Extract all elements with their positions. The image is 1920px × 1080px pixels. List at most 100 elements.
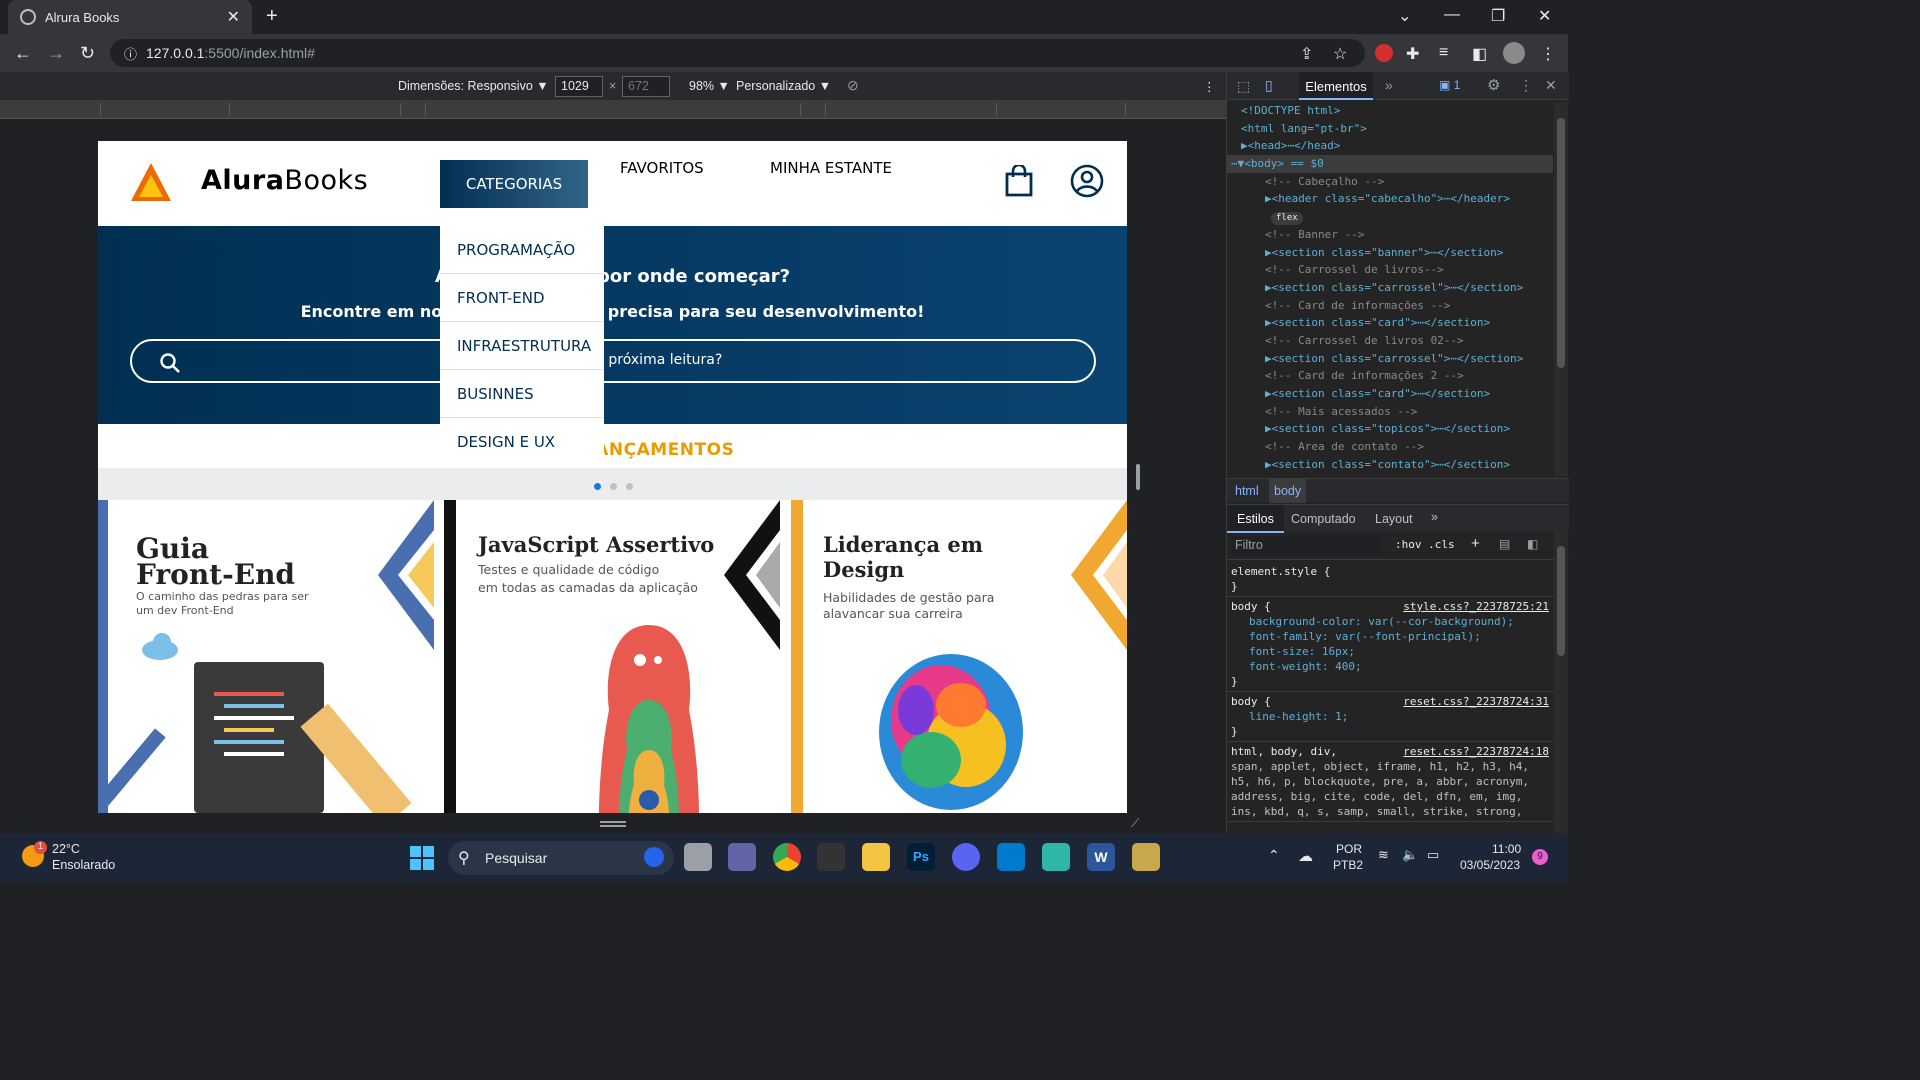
extension-shield-icon[interactable] bbox=[1375, 44, 1393, 62]
file-explorer-icon[interactable] bbox=[862, 843, 890, 871]
dom-node-line[interactable]: ▶<section class="carrossel">⋯</section> bbox=[1227, 279, 1553, 297]
alurabooks-logo-icon[interactable] bbox=[130, 161, 172, 203]
dom-node-line[interactable]: ▶<section class="contato">⋯</section> bbox=[1227, 456, 1553, 474]
resize-corner-icon[interactable]: ⟋ bbox=[1131, 816, 1139, 831]
dom-tree[interactable]: <!DOCTYPE html> <html lang="pt-br"> ▶<head… bbox=[1227, 102, 1553, 476]
taskbar-search[interactable]: ⚲ Pesquisar bbox=[448, 841, 674, 875]
settings-gear-icon[interactable]: ⚙ bbox=[1487, 76, 1500, 94]
dom-node-line[interactable]: ▶<section class="card">⋯</section> bbox=[1227, 314, 1553, 332]
battery-icon[interactable]: ▭ bbox=[1427, 847, 1439, 863]
address-bar[interactable]: ⓘ 127.0.0.1:5500/index.html# bbox=[110, 39, 1365, 67]
style-property[interactable]: background-color: var(--cor-background); bbox=[1231, 614, 1549, 629]
book-card-javascript-assertivo[interactable]: JavaScript Assertivo Testes e qualidade … bbox=[444, 500, 780, 813]
zoom-select[interactable]: 98% ▼ bbox=[689, 79, 730, 93]
style-property[interactable]: font-family: var(--font-principal); bbox=[1231, 629, 1549, 644]
dom-node-line[interactable]: <!-- Area de contato --> bbox=[1227, 438, 1553, 456]
profile-avatar[interactable] bbox=[1503, 42, 1525, 64]
style-rule[interactable]: reset.css?_22378724:31 body {line-height:… bbox=[1227, 692, 1553, 742]
style-rule[interactable]: style.css?_22378725:21 body {background-c… bbox=[1227, 597, 1553, 692]
dom-scrollbar[interactable] bbox=[1554, 102, 1568, 476]
height-input[interactable]: 672 bbox=[622, 76, 670, 97]
resize-handle-right[interactable] bbox=[1136, 464, 1140, 490]
tab-layout[interactable]: Layout bbox=[1375, 512, 1413, 526]
dimensions-select[interactable]: Dimensões: Responsivo ▼ bbox=[398, 79, 549, 93]
windows-start-icon[interactable] bbox=[410, 846, 434, 870]
issues-badge[interactable]: ▣ 1 bbox=[1439, 78, 1460, 92]
photoshop-icon[interactable]: Ps bbox=[907, 843, 935, 871]
style-rule[interactable]: reset.css?_22378724:18 html, body, div, sp… bbox=[1227, 742, 1553, 822]
filter-input[interactable]: Filtro bbox=[1231, 536, 1383, 556]
devtools-menu-icon[interactable]: ⋮ bbox=[1519, 77, 1533, 94]
vscode-icon[interactable] bbox=[997, 843, 1025, 871]
teams-icon[interactable] bbox=[728, 843, 756, 871]
dom-node-line[interactable]: <!-- Card de informações 2 --> bbox=[1227, 367, 1553, 385]
close-tab-icon[interactable]: ✕ bbox=[227, 7, 240, 27]
device-more-icon[interactable]: ⋮ bbox=[1203, 79, 1216, 94]
brand-name[interactable]: AluraBooks bbox=[201, 165, 368, 196]
new-tab-icon[interactable]: + bbox=[266, 5, 278, 28]
rotate-icon[interactable]: ⊘ bbox=[847, 77, 859, 94]
style-source-link[interactable]: reset.css?_22378724:18 bbox=[1403, 744, 1549, 759]
dom-node-line[interactable]: ▶<section class="carrossel">⋯</section> bbox=[1227, 350, 1553, 368]
dom-node-line[interactable]: <!DOCTYPE html> bbox=[1227, 102, 1553, 120]
site-info-icon[interactable]: ⓘ bbox=[124, 44, 137, 63]
dom-node-line[interactable]: ▶<section class="card">⋯</section> bbox=[1227, 385, 1553, 403]
discord-icon[interactable] bbox=[952, 843, 980, 871]
shopping-bag-icon[interactable] bbox=[1004, 165, 1034, 197]
dom-node-line[interactable]: ▶<header class="cabecalho">⋯</header> bbox=[1227, 190, 1553, 208]
tab-computado[interactable]: Computado bbox=[1291, 512, 1356, 526]
chrome-icon[interactable] bbox=[773, 843, 801, 871]
flex-badge[interactable]: flex bbox=[1271, 212, 1303, 226]
minimize-icon[interactable]: — bbox=[1444, 6, 1460, 24]
back-icon[interactable]: ← bbox=[14, 43, 32, 64]
dropdown-item-infraestrutura[interactable]: INFRAESTRUTURA bbox=[440, 322, 604, 370]
share-icon[interactable]: ⇪ bbox=[1300, 44, 1313, 64]
paint-brush-icon[interactable]: ▤ bbox=[1499, 537, 1510, 551]
chrome-menu-icon[interactable]: ⋮ bbox=[1540, 44, 1556, 64]
onedrive-cloud-icon[interactable]: ☁ bbox=[1298, 847, 1313, 865]
book-card-lideranca-em-design[interactable]: Liderança em Design Habilidades de gestã… bbox=[791, 500, 1127, 813]
side-panel-icon[interactable]: ◧ bbox=[1472, 44, 1487, 64]
clock-time[interactable]: 11:00 bbox=[1492, 842, 1521, 856]
carousel-dot[interactable] bbox=[626, 483, 633, 490]
style-property[interactable]: h5, h6, p, blockquote, pre, a, abbr, acr… bbox=[1231, 774, 1549, 789]
input-layout[interactable]: PTB2 bbox=[1333, 858, 1363, 872]
dom-node-line[interactable]: <!-- Card de informações --> bbox=[1227, 297, 1553, 315]
hov-cls-toggles[interactable]: :hov .cls bbox=[1395, 538, 1455, 551]
input-lang[interactable]: POR bbox=[1336, 842, 1362, 856]
styles-scrollbar[interactable] bbox=[1554, 532, 1568, 833]
inspect-element-icon[interactable]: ⬚ bbox=[1237, 78, 1250, 95]
task-view-icon[interactable] bbox=[684, 843, 712, 871]
width-input[interactable]: 1029 bbox=[555, 76, 603, 97]
restore-icon[interactable]: ❐ bbox=[1491, 6, 1505, 26]
terminal-icon[interactable] bbox=[817, 843, 845, 871]
wifi-icon[interactable]: ≋ bbox=[1378, 847, 1389, 863]
style-property[interactable]: address, big, cite, code, del, dfn, em, … bbox=[1231, 789, 1549, 804]
new-rule-icon[interactable]: + bbox=[1471, 535, 1480, 552]
nav-minha-estante[interactable]: MINHA ESTANTE bbox=[770, 159, 892, 177]
style-property[interactable]: span, applet, object, iframe, h1, h2, h3… bbox=[1231, 759, 1549, 774]
dom-node-line[interactable]: <!-- Banner --> bbox=[1227, 226, 1553, 244]
close-window-icon[interactable]: ✕ bbox=[1538, 6, 1551, 26]
media-control-icon[interactable]: ≡ bbox=[1439, 44, 1448, 62]
dropdown-item-businnes[interactable]: BUSINNES bbox=[440, 370, 604, 418]
dom-node-line[interactable]: <!-- Carrossel de livros--> bbox=[1227, 261, 1553, 279]
notification-badge[interactable]: 9 bbox=[1532, 849, 1548, 865]
nav-categorias[interactable]: CATEGORIAS bbox=[440, 160, 588, 208]
volume-icon[interactable]: 🔈 bbox=[1402, 847, 1418, 863]
search-input[interactable]: Qual será sua próxima leitura? bbox=[130, 339, 1096, 383]
breadcrumb-html[interactable]: html bbox=[1235, 484, 1259, 498]
tab-search-icon[interactable]: ⌄ bbox=[1398, 6, 1411, 26]
forward-icon[interactable]: → bbox=[47, 43, 65, 64]
throttle-select[interactable]: Personalizado ▼ bbox=[736, 79, 831, 93]
more-subtabs-icon[interactable]: » bbox=[1431, 510, 1438, 524]
dom-node-line[interactable]: ▶<head>⋯</head> bbox=[1227, 137, 1553, 155]
dropdown-item-programacao[interactable]: PROGRAMAÇÃO bbox=[440, 226, 604, 274]
device-toggle-icon[interactable]: ▯ bbox=[1265, 77, 1273, 94]
app-icon[interactable] bbox=[1132, 843, 1160, 871]
styles-pane[interactable]: element.style {} style.css?_22378725:21 bo… bbox=[1227, 562, 1553, 833]
style-property[interactable]: ins, kbd, q, s, samp, small, strike, str… bbox=[1231, 804, 1549, 819]
style-source-link[interactable]: style.css?_22378725:21 bbox=[1403, 599, 1549, 614]
dom-node-line[interactable]: ▶<section class="topicos">⋯</section> bbox=[1227, 420, 1553, 438]
weather-desc[interactable]: Ensolarado bbox=[52, 858, 115, 872]
